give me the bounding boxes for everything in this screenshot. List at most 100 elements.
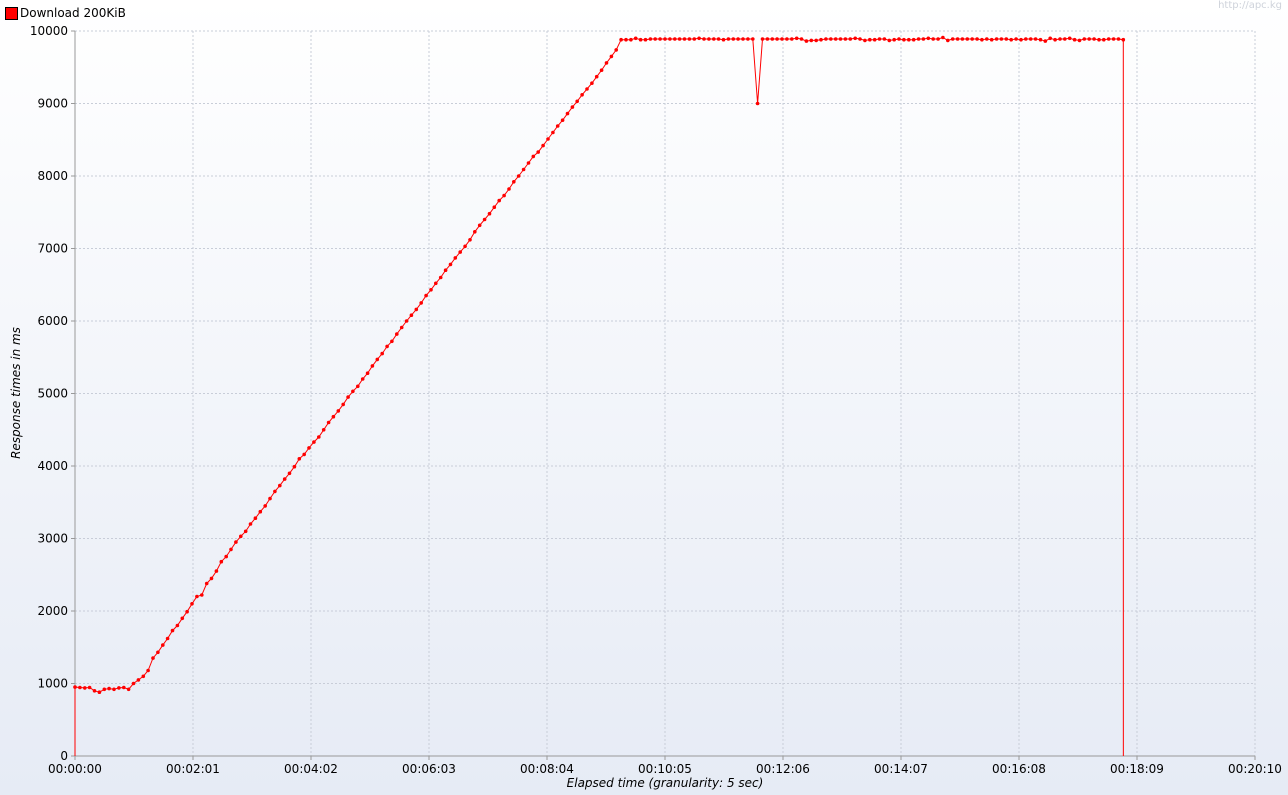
data-point — [1004, 37, 1009, 41]
data-point — [292, 464, 297, 469]
y-tick-label: 10000 — [30, 24, 68, 38]
data-point — [804, 39, 809, 43]
data-point — [980, 37, 984, 42]
data-point — [443, 268, 448, 273]
data-point — [955, 37, 960, 41]
data-point — [331, 414, 336, 419]
data-point — [312, 440, 316, 444]
data-point — [575, 99, 579, 104]
y-tick-labels: 0 1000 2000 3000 4000 5000 6000 7000 8000 9000 100… — [30, 24, 68, 763]
data-point — [117, 686, 121, 690]
data-point — [356, 384, 360, 389]
data-point — [872, 37, 877, 42]
data-point — [92, 689, 97, 693]
data-point — [814, 38, 818, 43]
data-point — [580, 93, 584, 97]
data-point — [521, 167, 526, 172]
data-point — [346, 395, 350, 399]
response-time-chart: 0 1000 2000 3000 4000 5000 6000 7000 8000 9000 100… — [9, 24, 1282, 790]
data-point — [434, 281, 438, 286]
data-point — [604, 61, 609, 65]
data-point — [375, 357, 380, 362]
data-point — [321, 428, 326, 432]
data-point — [526, 161, 531, 165]
data-point — [190, 602, 194, 606]
data-point — [438, 275, 443, 280]
data-point — [1082, 37, 1087, 41]
data-point — [551, 130, 555, 135]
data-point — [487, 211, 492, 216]
data-point — [477, 223, 482, 228]
data-point — [877, 37, 882, 41]
data-point — [156, 650, 160, 655]
data-point — [721, 37, 726, 42]
data-point — [409, 313, 414, 318]
data-point — [541, 143, 545, 148]
data-point — [555, 124, 560, 128]
data-point — [570, 105, 575, 109]
x-tick-labels: 00:00:00 00:02:01 00:04:02 00:06:03 00:08:04… — [48, 762, 1282, 776]
data-point — [794, 36, 799, 41]
data-point — [1092, 37, 1096, 41]
data-point — [858, 37, 862, 41]
data-point — [399, 325, 404, 330]
data-point — [546, 137, 550, 141]
data-point — [824, 37, 828, 41]
data-point — [692, 37, 697, 41]
data-point — [536, 150, 540, 154]
data-point — [268, 496, 272, 501]
data-point — [838, 37, 843, 41]
x-tick-label: 00:08:04 — [520, 762, 574, 776]
data-point — [648, 37, 653, 41]
data-point — [507, 187, 511, 191]
data-point — [453, 256, 458, 260]
data-point — [975, 37, 979, 41]
data-point — [985, 37, 989, 41]
data-point — [926, 36, 931, 41]
data-point — [365, 371, 370, 376]
data-point — [833, 37, 838, 41]
data-point — [512, 180, 516, 184]
data-point — [638, 37, 643, 42]
y-tick-label: 2000 — [37, 604, 68, 618]
data-point — [936, 37, 940, 41]
data-point — [843, 37, 848, 41]
data-point — [746, 37, 750, 41]
data-point — [916, 37, 921, 41]
data-point — [599, 68, 604, 72]
data-point — [751, 37, 755, 41]
data-point — [731, 37, 736, 41]
data-point — [911, 37, 916, 42]
data-point — [829, 37, 833, 41]
data-point — [224, 554, 228, 559]
data-point — [414, 307, 419, 312]
data-point — [102, 687, 107, 692]
data-point — [482, 217, 487, 222]
data-point — [78, 685, 82, 690]
data-point — [1058, 37, 1062, 41]
data-point — [170, 628, 175, 633]
data-point — [492, 205, 497, 209]
data-point — [1072, 37, 1077, 42]
data-point — [770, 37, 775, 41]
x-tick-label: 00:12:06 — [756, 762, 810, 776]
data-point — [1053, 37, 1057, 42]
data-point — [726, 37, 731, 41]
data-point — [1087, 37, 1091, 41]
data-point — [214, 569, 219, 573]
data-point — [819, 37, 823, 42]
data-point — [531, 154, 536, 159]
data-point — [902, 37, 906, 42]
data-point — [868, 37, 872, 42]
x-tick-label: 00:16:08 — [992, 762, 1046, 776]
data-point — [122, 685, 126, 690]
data-point — [658, 37, 662, 41]
data-point — [999, 37, 1004, 41]
data-point — [185, 609, 189, 614]
data-point — [619, 37, 623, 42]
data-point — [799, 37, 804, 41]
data-point — [419, 301, 424, 305]
data-point — [907, 37, 911, 42]
data-point — [126, 687, 131, 692]
data-point — [180, 616, 185, 621]
